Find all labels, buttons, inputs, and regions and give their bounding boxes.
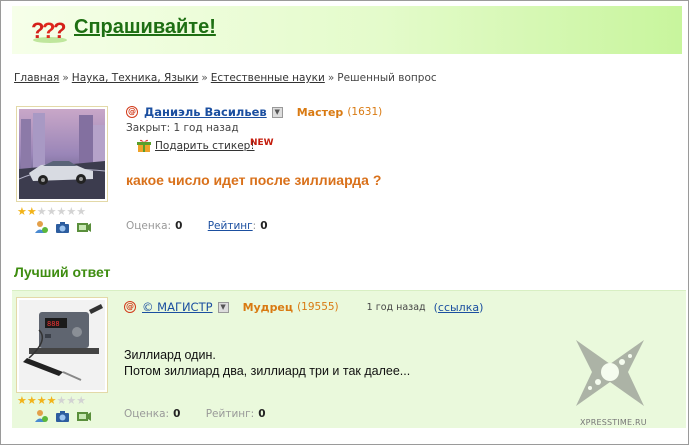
video-icon[interactable] [76,220,91,234]
answer-text-line: Зиллиард один. [124,348,216,362]
star-icon: ★ [36,205,47,218]
soldering-station-avatar-image: 888 [19,300,105,390]
answer-author-rank: Мудрец [242,300,294,314]
question-score-line: Оценка: 0 Рейтинг: 0 [126,220,268,232]
breadcrumb-separator: » [62,72,69,84]
at-icon[interactable]: @ [124,301,136,313]
rating-value: 0 [260,220,268,232]
answer-author-line: @ © МАГИСТР ▼ Мудрец (19555) 1 год назад… [124,300,483,314]
camera-icon[interactable] [55,409,70,423]
watermark-logo-icon [576,340,644,406]
best-answer-heading: Лучший ответ [14,264,111,280]
user-icon[interactable] [34,409,49,423]
gift-icon[interactable] [136,138,152,153]
answer-author-icons [34,409,91,423]
star-icon: ★ [66,205,77,218]
rating-label: Рейтинг: [205,408,255,420]
score-label: Оценка: [124,408,170,420]
star-icon: ★ [26,205,37,218]
dropdown-icon[interactable]: ▼ [271,106,283,118]
star-icon: ★ [66,394,77,407]
at-icon[interactable]: @ [126,106,138,118]
breadcrumb-separator: » [327,72,335,84]
answer-text: Зиллиард один. Потом зиллиард два, зилли… [124,347,410,379]
gift-sticker-link[interactable]: Подарить стикер! [155,140,255,152]
breadcrumb-current: Решенный вопрос [337,72,437,84]
star-icon: ★ [26,394,37,407]
star-icon: ★ [17,205,27,218]
svg-text:888: 888 [47,320,60,328]
score-value: 0 [173,408,181,420]
star-icon: ★ [17,394,27,407]
answer-author-link[interactable]: © МАГИСТР [142,300,213,314]
answer-author-stars: ★★★★★★★ [17,394,86,407]
rating-link[interactable]: Рейтинг [208,220,253,232]
star-icon: ★ [36,394,47,407]
star-icon: ★ [76,394,87,407]
dropdown-icon[interactable]: ▼ [217,301,229,313]
question-author-avatar[interactable] [16,106,108,202]
question-author-line: @ Даниэль Васильев ▼ Мастер (1631) [126,105,382,119]
site-title-link[interactable]: Спрашивайте! [74,16,216,39]
question-marks-logo-icon[interactable]: ? ? ? [30,16,70,44]
breadcrumb-separator: » [201,72,208,84]
answer-author-points: (19555) [297,301,339,313]
star-icon: ★ [56,205,67,218]
rating-label: Рейтинг: [207,220,257,232]
answer-link-wrapper: (ссылка) [433,300,484,314]
question-closed-status: Закрыт: 1 год назад [126,122,239,134]
breadcrumb-natural-sciences[interactable]: Естественные науки [211,72,325,84]
question-author-stars: ★★★★★★★ [17,205,86,218]
watermark-text: XPRESSTIME.RU [580,418,647,427]
user-icon[interactable] [34,220,49,234]
rating-value: 0 [258,408,266,420]
question-title: какое число идет после зиллиарда ? [126,172,382,188]
score-label: Оценка: [126,220,172,232]
question-author-link[interactable]: Даниэль Васильев [144,105,267,119]
answer-permalink[interactable]: ссылка [438,301,479,314]
answer-text-line: Потом зиллиард два, зиллиард три и так д… [124,364,411,378]
score-value: 0 [175,220,183,232]
star-icon: ★ [76,205,87,218]
breadcrumb-science[interactable]: Наука, Техника, Языки [72,72,199,84]
star-icon: ★ [46,394,57,407]
camera-icon[interactable] [55,220,70,234]
new-badge: NEW [250,138,274,148]
gift-sticker: Подарить стикер! [136,138,255,153]
breadcrumb: Главная» Наука, Техника, Языки» Естественн… [14,72,437,84]
answer-author-avatar[interactable]: 888 [16,297,108,393]
question-author-icons [34,220,91,234]
answer-score-line: Оценка: 0 Рейтинг: 0 [124,408,266,420]
video-icon[interactable] [76,409,91,423]
question-author-rank: Мастер [296,105,344,119]
site-header: ? ? ? Спрашивайте! [12,6,682,54]
star-icon: ★ [56,394,67,407]
svg-text:?: ? [53,18,66,43]
question-author-points: (1631) [347,106,383,118]
breadcrumb-home[interactable]: Главная [14,72,59,84]
star-icon: ★ [46,205,57,218]
car-avatar-image [19,109,105,199]
answer-time: 1 год назад [366,301,426,313]
